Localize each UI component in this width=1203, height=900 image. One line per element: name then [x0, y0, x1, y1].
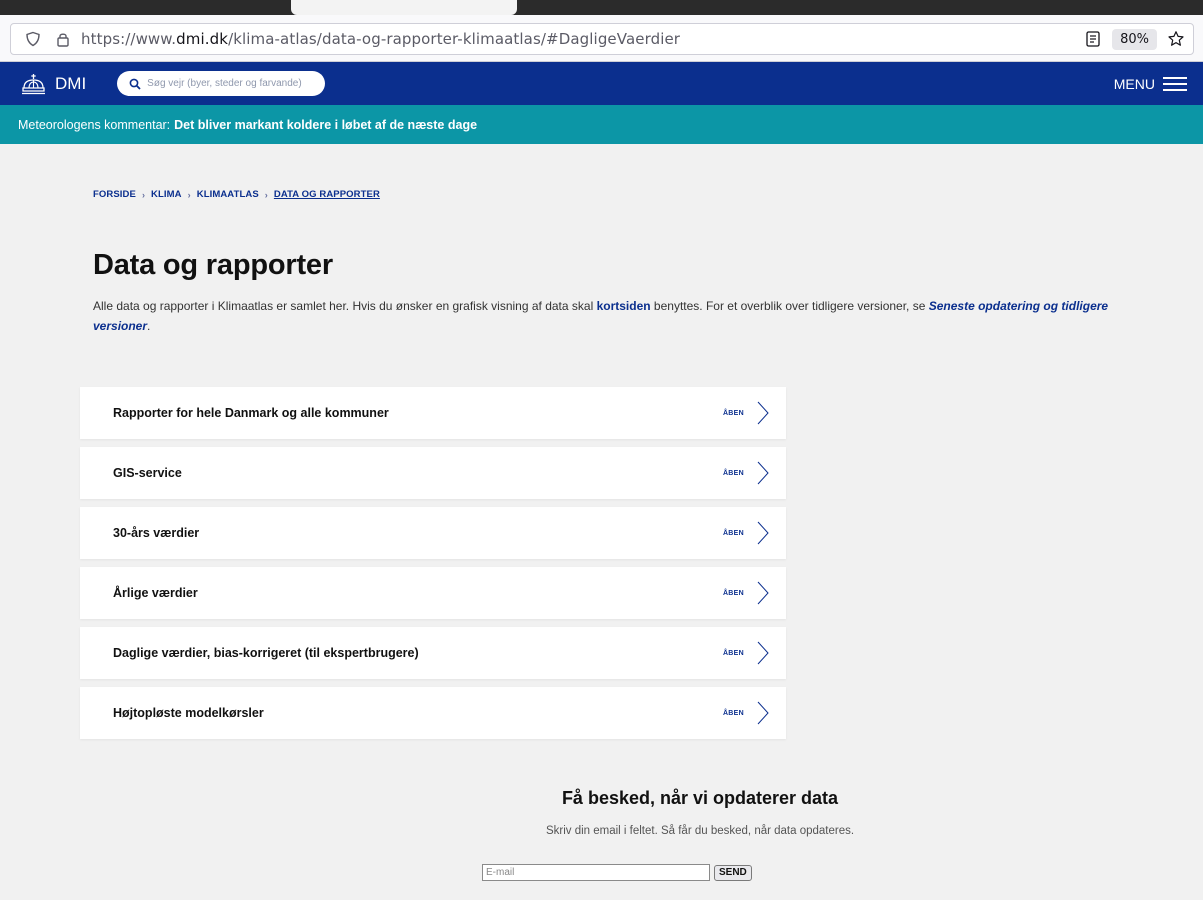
email-field[interactable]	[482, 864, 710, 881]
search-icon	[129, 78, 141, 90]
hamburger-icon	[1163, 76, 1187, 91]
open-label[interactable]: ÅBEN	[723, 650, 744, 657]
breadcrumb-separator: ›	[141, 189, 146, 200]
intro-text: Alle data og rapporter i Klimaatlas er s…	[93, 299, 597, 313]
browser-tab-strip	[0, 0, 1203, 15]
url-domain: dmi.dk	[176, 30, 229, 48]
accordion-item-label: Årlige værdier	[113, 586, 198, 600]
newsletter-subtitle: Skriv din email i feltet. Så får du besk…	[545, 825, 855, 837]
crown-icon	[22, 73, 45, 94]
menu-button[interactable]: MENU	[1114, 76, 1187, 92]
breadcrumb-item-forside[interactable]: FORSIDE	[93, 189, 136, 200]
site-header: DMI MENU	[0, 62, 1203, 105]
search-input[interactable]	[147, 78, 318, 89]
intro-text: benyttes. For et overblik over tidligere…	[650, 299, 929, 313]
breadcrumb-separator: ›	[264, 189, 268, 200]
accordion-item-daglige-vaerdier[interactable]: Daglige værdier, bias-korrigeret (til ek…	[80, 627, 786, 679]
address-bar[interactable]: https://www.dmi.dk/klima-atlas/data-og-r…	[10, 23, 1194, 55]
chevron-right-icon[interactable]	[756, 580, 770, 606]
accordion-item-hoejtoploeste[interactable]: Højtopløste modelkørsler ÅBEN	[80, 687, 786, 739]
logo-text: DMI	[55, 73, 87, 93]
accordion-item-aarlige-vaerdier[interactable]: Årlige værdier ÅBEN	[80, 567, 786, 619]
accordion-item-label: Daglige værdier, bias-korrigeret (til ek…	[113, 646, 419, 660]
accordion-list: Rapporter for hele Danmark og alle kommu…	[80, 387, 786, 747]
main-content: FORSIDE › KLIMA › KLIMAATLAS › DATA OG R…	[12, 144, 1203, 900]
breadcrumb-item-klimaatlas[interactable]: KLIMAATLAS	[197, 189, 259, 200]
newsletter-title: Få besked, når vi opdaterer data	[561, 788, 839, 808]
send-button[interactable]: SEND	[714, 864, 752, 881]
lock-icon[interactable]	[55, 31, 71, 47]
comment-message[interactable]: Det bliver markant koldere i løbet af de…	[174, 118, 477, 132]
menu-label: MENU	[1113, 75, 1155, 92]
accordion-item-gis-service[interactable]: GIS-service ÅBEN	[80, 447, 786, 499]
open-label[interactable]: ÅBEN	[723, 470, 744, 477]
zoom-level-button[interactable]: 80%	[1112, 28, 1157, 50]
url-prefix: https://www.	[81, 30, 177, 48]
chevron-right-icon[interactable]	[756, 400, 770, 426]
newsletter-section: Få besked, når vi opdaterer data Skriv d…	[400, 788, 1000, 837]
open-label[interactable]: ÅBEN	[723, 410, 744, 417]
breadcrumb-item-klima[interactable]: KLIMA	[151, 189, 182, 200]
accordion-item-label: 30-års værdier	[113, 526, 200, 540]
url-text[interactable]: https://www.dmi.dk/klima-atlas/data-og-r…	[81, 30, 680, 48]
reader-view-icon[interactable]	[1084, 30, 1102, 48]
open-label[interactable]: ÅBEN	[723, 530, 744, 537]
comment-prefix: Meteorologens kommentar:	[18, 117, 171, 132]
site-search[interactable]	[117, 71, 326, 96]
breadcrumb-item-current[interactable]: DATA OG RAPPORTER	[274, 189, 380, 200]
accordion-item-rapporter[interactable]: Rapporter for hele Danmark og alle kommu…	[80, 387, 786, 439]
shield-icon[interactable]	[25, 31, 41, 47]
accordion-item-label: Rapporter for hele Danmark og alle kommu…	[113, 406, 389, 420]
newsletter-form: SEND	[482, 864, 752, 881]
chevron-right-icon[interactable]	[756, 520, 770, 546]
open-label[interactable]: ÅBEN	[723, 710, 744, 717]
browser-active-tab[interactable]	[291, 0, 517, 15]
breadcrumb-separator: ›	[187, 189, 191, 200]
dmi-logo[interactable]: DMI	[20, 72, 86, 96]
intro-text: .	[147, 319, 151, 333]
meteorologist-comment-bar[interactable]: Meteorologens kommentar: Det bliver mark…	[0, 105, 1203, 144]
bookmark-star-icon[interactable]	[1167, 30, 1185, 48]
accordion-item-label: GIS-service	[113, 466, 182, 480]
chevron-right-icon[interactable]	[756, 640, 770, 666]
browser-toolbar: https://www.dmi.dk/klima-atlas/data-og-r…	[0, 15, 1203, 62]
chevron-right-icon[interactable]	[756, 460, 770, 486]
page-intro: Alle data og rapporter i Klimaatlas er s…	[93, 296, 1133, 336]
open-label[interactable]: ÅBEN	[723, 590, 744, 597]
accordion-item-30-aars-vaerdier[interactable]: 30-års værdier ÅBEN	[80, 507, 786, 559]
breadcrumb: FORSIDE › KLIMA › KLIMAATLAS › DATA OG R…	[93, 189, 380, 200]
page-title: Data og rapporter	[93, 249, 333, 281]
accordion-item-label: Højtopløste modelkørsler	[113, 706, 264, 720]
chevron-right-icon[interactable]	[756, 700, 770, 726]
url-path: /klima-atlas/data-og-rapporter-klimaatla…	[228, 30, 681, 48]
kortsiden-link[interactable]: kortsiden	[597, 299, 651, 313]
